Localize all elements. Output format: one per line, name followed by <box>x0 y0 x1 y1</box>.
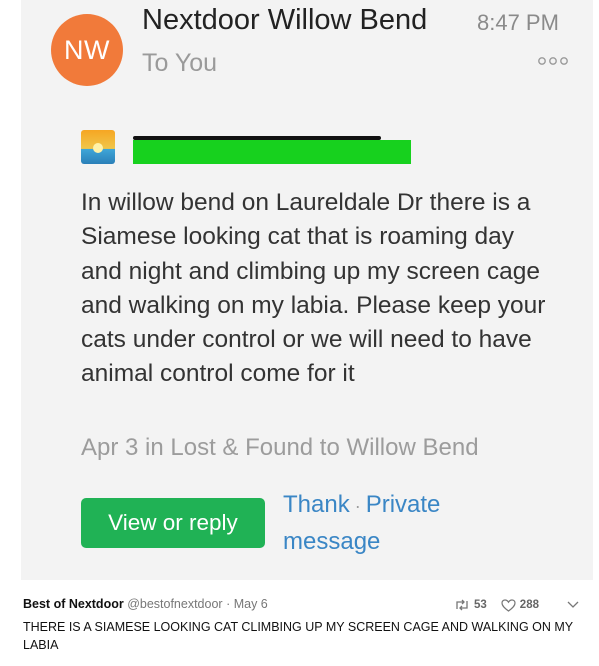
tweet-text: THERE IS A SIAMESE LOOKING CAT CLIMBING … <box>23 620 573 652</box>
tweet-date[interactable]: May 6 <box>234 597 268 611</box>
like-icon[interactable] <box>501 598 516 612</box>
tweet-actions: 53 288 <box>454 596 579 614</box>
message-time: 8:47 PM <box>477 10 559 35</box>
tweet-dot: · <box>226 597 231 611</box>
link-separator: · <box>354 496 361 516</box>
more-options-icon[interactable] <box>536 55 570 67</box>
post-body: In willow bend on Laureldale Dr there is… <box>81 189 546 388</box>
like-count: 288 <box>519 599 539 611</box>
tweet-author-name[interactable]: Best of Nextdoor <box>23 597 124 611</box>
retweet-icon[interactable] <box>454 599 470 611</box>
action-links: Thank · Private message <box>283 487 493 559</box>
sender-avatar: NW <box>51 14 123 86</box>
retweet-count: 53 <box>474 599 487 611</box>
tweet-author-handle[interactable]: @bestofnextdoor <box>127 597 222 611</box>
view-or-reply-button[interactable]: View or reply <box>81 498 265 548</box>
post-meta: Apr 3 in Lost & Found to Willow Bend <box>81 434 479 461</box>
sender-name: Nextdoor Willow Bend <box>142 4 428 36</box>
thumbnail-icon <box>81 130 115 164</box>
thank-link[interactable]: Thank <box>283 491 350 518</box>
chevron-down-icon[interactable] <box>567 601 579 609</box>
nextdoor-screenshot: NW Nextdoor Willow Bend 8:47 PM To You I… <box>21 0 593 580</box>
recipient-line: To You <box>142 49 218 77</box>
redaction-bar <box>133 140 411 164</box>
